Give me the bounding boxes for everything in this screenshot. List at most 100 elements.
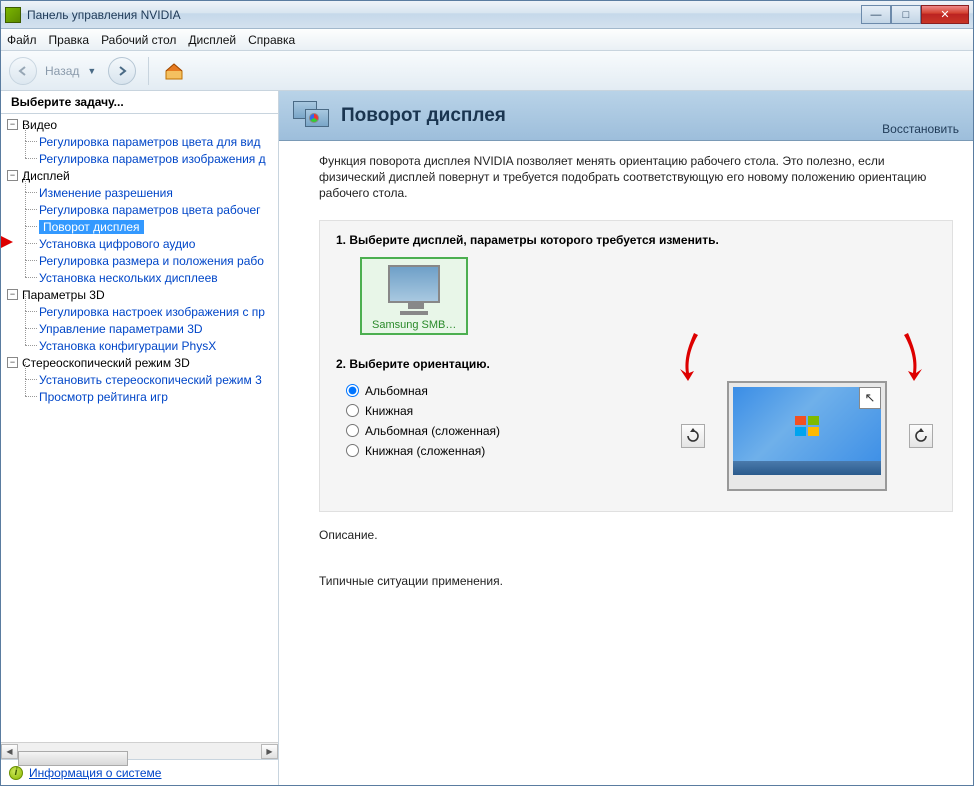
tree-group-label: Параметры 3D (22, 288, 105, 302)
tree-link[interactable]: Поворот дисплея (39, 220, 144, 234)
orientation-radio[interactable] (346, 444, 359, 457)
tutorial-arrow-right-icon (896, 329, 934, 388)
tree-link[interactable]: Регулировка размера и положения рабо (39, 254, 264, 268)
orientation-option[interactable]: Книжная (сложенная) (346, 441, 666, 461)
menubar: Файл Правка Рабочий стол Дисплей Справка (1, 29, 973, 51)
tree-group[interactable]: −Дисплей (1, 167, 278, 184)
info-icon: i (9, 766, 23, 780)
scroll-left-icon[interactable]: ◀ (1, 744, 18, 759)
back-label: Назад (45, 64, 79, 78)
tree-group[interactable]: −Стереоскопический режим 3D (1, 354, 278, 371)
tree-link[interactable]: Просмотр рейтинга игр (39, 390, 168, 404)
window-title: Панель управления NVIDIA (27, 8, 861, 22)
tree-leaf[interactable]: Управление параметрами 3D (21, 320, 278, 337)
description-text: Функция поворота дисплея NVIDIA позволяе… (319, 153, 953, 202)
tree-link[interactable]: Установка конфигурации PhysX (39, 339, 216, 353)
display-thumbnail[interactable]: Samsung SMB… (360, 257, 468, 335)
monitor-icon (388, 265, 440, 303)
home-icon (163, 61, 185, 81)
page-title: Поворот дисплея (341, 105, 506, 127)
tree-leaf[interactable]: Установка конфигурации PhysX (21, 337, 278, 354)
main-panel: Поворот дисплея Восстановить Функция пов… (279, 91, 973, 785)
scrollbar-thumb[interactable] (18, 751, 128, 766)
orientation-label: Книжная (365, 404, 413, 418)
tree-link[interactable]: Установка цифрового аудио (39, 237, 195, 251)
orientation-radio[interactable] (346, 424, 359, 437)
tree-leaf[interactable]: Изменение разрешения (21, 184, 278, 201)
tree-leaf[interactable]: Регулировка параметров цвета для вид (21, 133, 278, 150)
orientation-radio[interactable] (346, 404, 359, 417)
tree-leaf[interactable]: Регулировка размера и положения рабо (21, 252, 278, 269)
tree-collapse-icon[interactable]: − (7, 289, 18, 300)
scroll-right-icon[interactable]: ▶ (261, 744, 278, 759)
tree-link[interactable]: Регулировка параметров цвета рабочег (39, 203, 261, 217)
orientation-option[interactable]: Альбомная (346, 381, 666, 401)
rotate-cw-icon (913, 428, 929, 444)
back-button[interactable] (9, 57, 37, 85)
tree-leaf[interactable]: Установка нескольких дисплеев (21, 269, 278, 286)
menu-edit[interactable]: Правка (49, 33, 90, 47)
tree-leaf[interactable]: Установить стереоскопический режим 3 (21, 371, 278, 388)
tree-link[interactable]: Управление параметрами 3D (39, 322, 203, 336)
menu-help[interactable]: Справка (248, 33, 295, 47)
arrow-right-icon (115, 65, 129, 77)
tree-group[interactable]: −Параметры 3D (1, 286, 278, 303)
maximize-button[interactable]: □ (891, 5, 921, 24)
rotate-ccw-button[interactable] (681, 424, 705, 448)
tree-leaf[interactable]: Регулировка параметров цвета рабочег (21, 201, 278, 218)
back-dropdown-icon[interactable]: ▼ (87, 66, 96, 76)
orientation-radios: Альбомная Книжная Альбомная (сложенная) Кни… (346, 381, 666, 461)
tree-link[interactable]: Регулировка настроек изображения с пр (39, 305, 265, 319)
tree-leaf[interactable]: Просмотр рейтинга игр (21, 388, 278, 405)
nvidia-app-icon (5, 7, 21, 23)
tree-group-label: Стереоскопический режим 3D (22, 356, 190, 370)
orientation-option[interactable]: Книжная (346, 401, 666, 421)
arrow-left-icon (16, 65, 30, 77)
tree-group-label: Дисплей (22, 169, 70, 183)
tutorial-arrow-left-icon (668, 329, 706, 388)
tree-link[interactable]: Регулировка параметров изображения д (39, 152, 266, 166)
titlebar: Панель управления NVIDIA — □ ✕ (1, 1, 973, 29)
display-name: Samsung SMB… (372, 319, 456, 331)
orientation-preview: ↖ (727, 381, 887, 491)
tree-leaf[interactable]: Поворот дисплея (21, 218, 278, 235)
sidebar-header: Выберите задачу... (1, 91, 278, 114)
toolbar: Назад ▼ (1, 51, 973, 91)
orientation-label: Альбомная (сложенная) (365, 424, 500, 438)
tree-group[interactable]: −Видео (1, 116, 278, 133)
tree-leaf[interactable]: Регулировка параметров изображения д (21, 150, 278, 167)
home-button[interactable] (161, 60, 187, 82)
tree-link[interactable]: Регулировка параметров цвета для вид (39, 135, 260, 149)
close-button[interactable]: ✕ (921, 5, 969, 24)
usage-label: Типичные ситуации применения. (319, 574, 953, 588)
tree-link[interactable]: Установка нескольких дисплеев (39, 271, 218, 285)
system-info-link[interactable]: Информация о системе (29, 766, 161, 780)
orientation-option[interactable]: Альбомная (сложенная) (346, 421, 666, 441)
menu-file[interactable]: Файл (7, 33, 37, 47)
restore-link[interactable]: Восстановить (882, 122, 959, 136)
tree-collapse-icon[interactable]: − (7, 357, 18, 368)
tree-link[interactable]: Установить стереоскопический режим 3 (39, 373, 262, 387)
step1-title: 1. Выберите дисплей, параметры которого … (336, 233, 936, 247)
minimize-button[interactable]: — (861, 5, 891, 24)
main-header: Поворот дисплея Восстановить (279, 91, 973, 141)
rotate-cw-button[interactable] (909, 424, 933, 448)
tree-leaf[interactable]: Установка цифрового аудио (21, 235, 278, 252)
rotate-corner-icon: ↖ (859, 387, 881, 409)
task-tree: −Видео Регулировка параметров цвета для в… (1, 114, 278, 742)
tutorial-arrow-icon (1, 235, 13, 249)
menu-desktop[interactable]: Рабочий стол (101, 33, 176, 47)
settings-box: 1. Выберите дисплей, параметры которого … (319, 220, 953, 512)
tree-collapse-icon[interactable]: − (7, 170, 18, 181)
tree-collapse-icon[interactable]: − (7, 119, 18, 130)
menu-display[interactable]: Дисплей (188, 33, 236, 47)
horizontal-scrollbar[interactable]: ◀ ▶ (1, 742, 278, 759)
step2-title: 2. Выберите ориентацию. (336, 357, 936, 371)
description-label: Описание. (319, 528, 953, 542)
forward-button[interactable] (108, 57, 136, 85)
tree-leaf[interactable]: Регулировка настроек изображения с пр (21, 303, 278, 320)
orientation-radio[interactable] (346, 384, 359, 397)
toolbar-divider (148, 57, 149, 85)
tree-link[interactable]: Изменение разрешения (39, 186, 173, 200)
rotate-display-icon (293, 101, 329, 131)
